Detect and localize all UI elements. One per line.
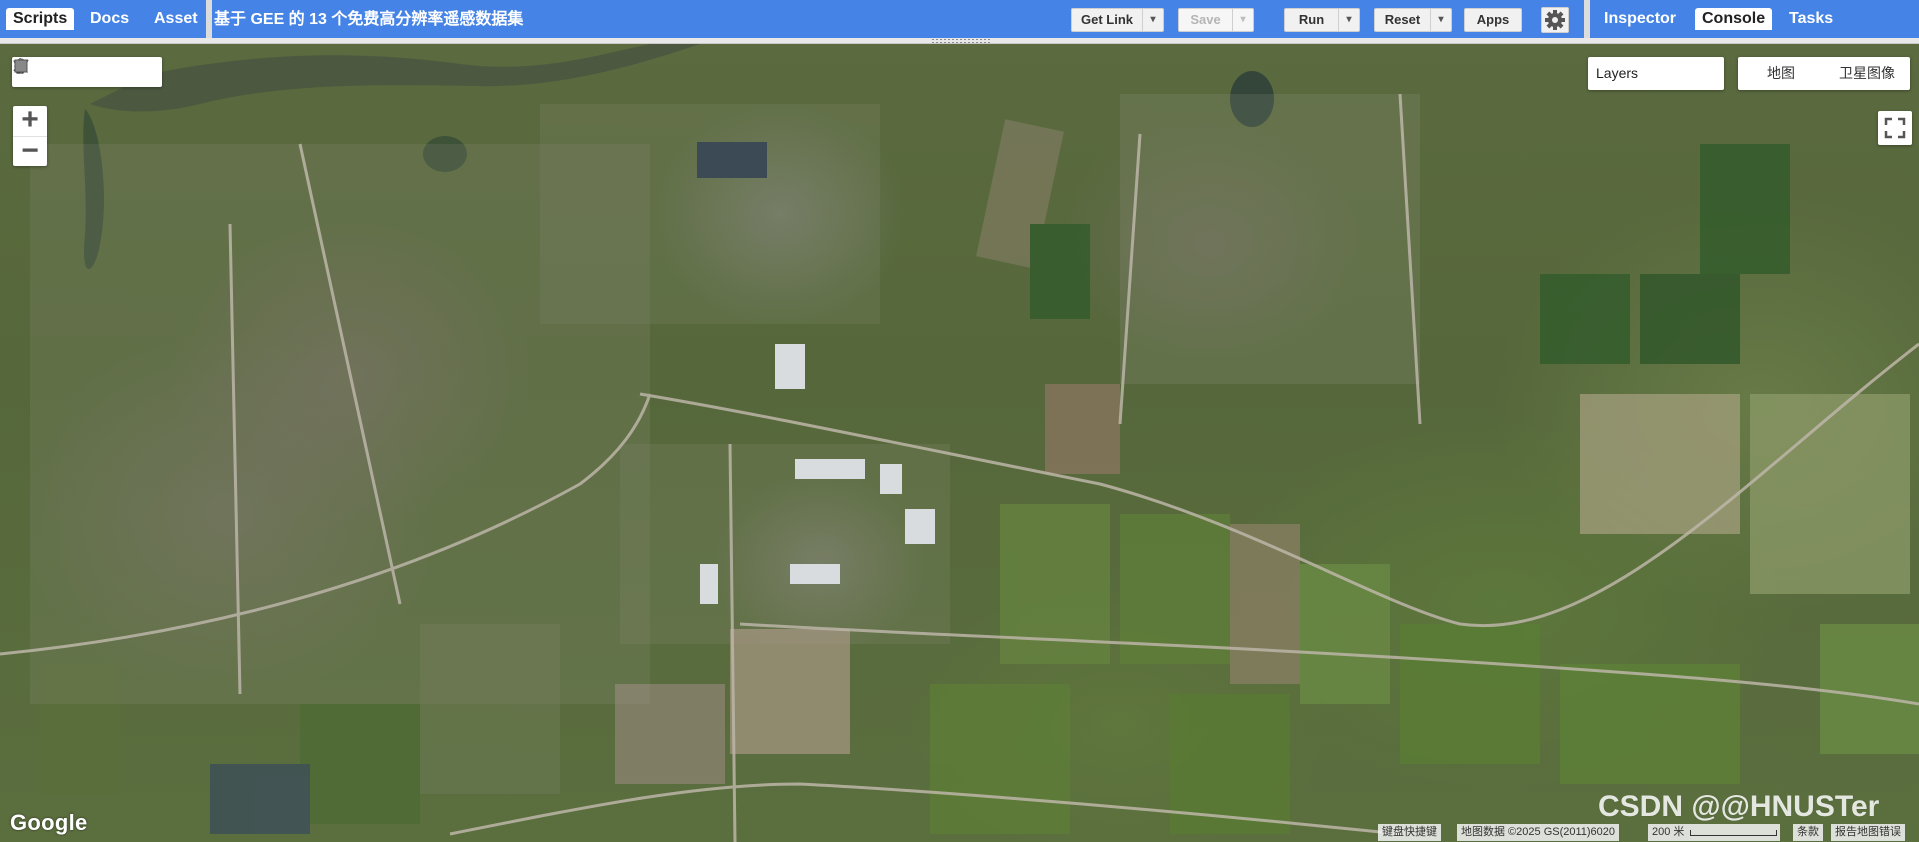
map-type-roadmap[interactable]: 地图 — [1738, 57, 1824, 90]
tab-docs[interactable]: Docs — [83, 8, 136, 30]
tab-tasks[interactable]: Tasks — [1782, 8, 1840, 30]
apps-button[interactable]: Apps — [1464, 8, 1522, 32]
rectangle-icon — [14, 59, 28, 73]
point-tool[interactable] — [16, 57, 72, 87]
zoom-out-button[interactable]: − — [13, 136, 47, 167]
satellite-imagery — [0, 44, 1919, 842]
scale-label: 200 米 — [1652, 826, 1685, 838]
tab-inspector[interactable]: Inspector — [1597, 8, 1683, 30]
save-dropdown-icon[interactable]: ▾ — [1232, 9, 1253, 31]
report-map-error-link[interactable]: 报告地图错误 — [1831, 824, 1905, 841]
get-link-button[interactable]: Get Link ▾ — [1071, 8, 1164, 32]
keyboard-shortcuts-link[interactable]: 键盘快捷键 — [1378, 824, 1441, 841]
map-canvas[interactable]: + − Layers 地图 卫星图像 CSDN @@HNUSTer Google — [0, 44, 1919, 842]
top-bar: Scripts Docs Asset 基于 GEE 的 13 个免费高分辨率遥感… — [0, 0, 1919, 38]
reset-dropdown-icon[interactable]: ▾ — [1430, 9, 1451, 31]
map-type-control: 地图 卫星图像 — [1738, 57, 1910, 90]
reset-label: Reset — [1384, 12, 1421, 27]
run-dropdown-icon[interactable]: ▾ — [1338, 9, 1359, 31]
fullscreen-button[interactable] — [1878, 111, 1912, 145]
run-label: Run — [1298, 12, 1325, 27]
gear-icon — [1545, 10, 1565, 30]
zoom-in-button[interactable]: + — [13, 105, 47, 137]
panel-divider-left[interactable] — [206, 0, 212, 38]
save-button[interactable]: Save ▾ — [1178, 8, 1254, 32]
apps-label: Apps — [1476, 12, 1510, 27]
csdn-watermark: CSDN @@HNUSTer — [1598, 790, 1880, 823]
settings-button[interactable] — [1541, 7, 1569, 33]
script-title: 基于 GEE 的 13 个免费高分辨率遥感数据集 — [214, 11, 524, 28]
zoom-control: + − — [13, 105, 47, 167]
terms-link[interactable]: 条款 — [1793, 824, 1823, 841]
reset-button[interactable]: Reset ▾ — [1374, 8, 1452, 32]
map-type-satellite[interactable]: 卫星图像 — [1824, 57, 1910, 90]
rectangle-tool[interactable] — [14, 57, 162, 87]
drawing-toolbar — [12, 57, 162, 87]
panel-divider-right[interactable] — [1584, 0, 1590, 38]
fullscreen-icon — [1884, 117, 1906, 139]
run-button[interactable]: Run ▾ — [1284, 8, 1360, 32]
google-logo: Google — [10, 810, 88, 835]
polygon-tool[interactable] — [13, 57, 132, 87]
layers-button[interactable]: Layers — [1588, 57, 1724, 90]
get-link-label: Get Link — [1080, 12, 1133, 27]
resize-grip-icon[interactable] — [931, 38, 991, 43]
map-data-attribution: 地图数据 ©2025 GS(2011)6020 — [1457, 824, 1620, 841]
scale-line — [1690, 830, 1777, 836]
save-label: Save — [1190, 12, 1221, 27]
tab-assets[interactable]: Asset — [147, 8, 205, 30]
tab-console[interactable]: Console — [1695, 8, 1773, 30]
get-link-dropdown-icon[interactable]: ▾ — [1142, 9, 1163, 31]
line-tool[interactable] — [13, 57, 102, 87]
tab-scripts[interactable]: Scripts — [6, 8, 75, 30]
